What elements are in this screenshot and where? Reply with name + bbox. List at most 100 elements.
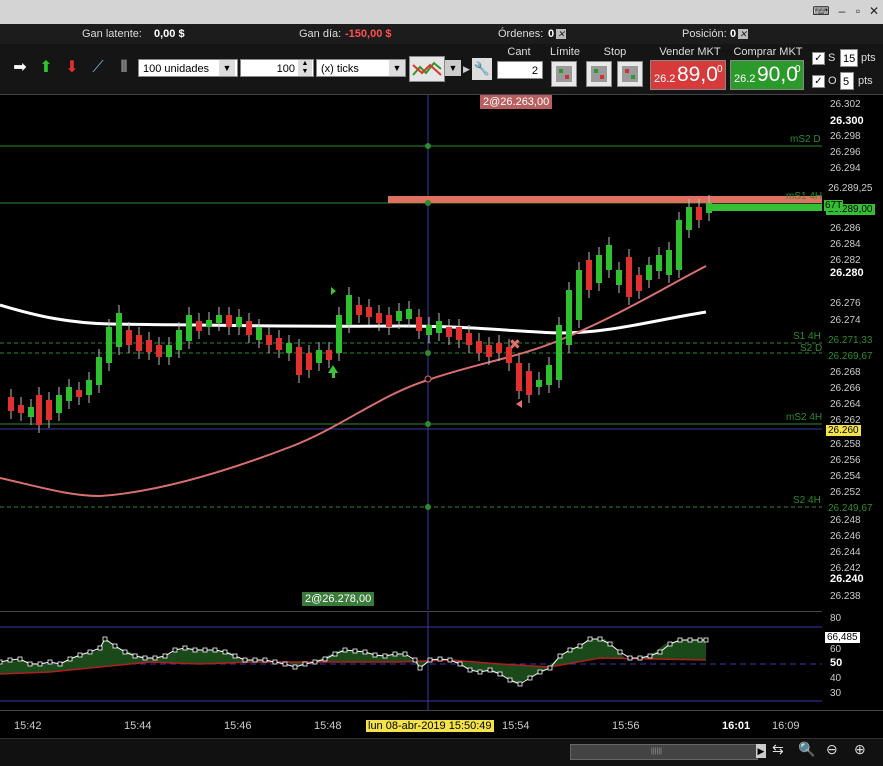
- candle-body: [116, 313, 122, 347]
- candle-body: [596, 255, 602, 283]
- candle-body: [316, 350, 322, 363]
- candle-body: [646, 265, 652, 280]
- buy-mkt-button[interactable]: 26.2 90,0 0: [730, 60, 804, 90]
- osc-point: [322, 656, 328, 662]
- wrench-icon[interactable]: 🔧: [472, 58, 492, 80]
- candle-body: [266, 335, 272, 345]
- osc-point: [617, 649, 623, 655]
- cant-input[interactable]: 2: [497, 61, 543, 79]
- price-tick: 26.298: [830, 131, 861, 142]
- arrow-up-icon[interactable]: ⬆: [36, 58, 56, 78]
- fit-chart-icon[interactable]: ⇆: [772, 741, 790, 761]
- osc-point: [457, 661, 463, 667]
- arrow-right-icon[interactable]: ➡: [10, 58, 30, 78]
- time-tick: 15:42: [14, 720, 42, 732]
- osc-point: [607, 641, 613, 647]
- osc-point: [342, 647, 348, 653]
- fibonacci-icon[interactable]: ⦀: [114, 58, 134, 78]
- chevron-down-icon[interactable]: ▼: [219, 60, 235, 76]
- ordenes-group: 0 ✕: [548, 28, 567, 40]
- ordenes-label: Órdenes:: [498, 28, 544, 40]
- price-tick: 26.274: [830, 315, 861, 326]
- osc-point: [437, 656, 443, 662]
- crosshair-date-tag: lun 08-abr-2019 15:50:49: [366, 720, 494, 732]
- candles-group: [8, 195, 712, 433]
- candle-body: [236, 317, 242, 327]
- stop-buy-icon: [591, 66, 607, 82]
- chart-scroll-bar: |||||| ▶ ⇆ 🔍 ⊖ ⊕: [0, 738, 883, 766]
- price-tick: 26.280: [830, 267, 864, 279]
- candle-body: [606, 245, 612, 270]
- osc-point: [47, 659, 53, 665]
- s-points-input[interactable]: 15: [840, 49, 858, 67]
- o-checkbox[interactable]: ✓: [812, 75, 825, 88]
- o-points-input[interactable]: 5: [840, 72, 854, 90]
- candle-body: [436, 321, 442, 333]
- candle-body: [326, 350, 332, 360]
- stop-buy-button[interactable]: [586, 61, 612, 87]
- osc-point: [507, 677, 513, 683]
- gan-dia-label: Gan día:: [299, 28, 342, 40]
- strategy-button[interactable]: [409, 56, 445, 82]
- stepper-arrows-icon[interactable]: ▲ ▼: [298, 60, 312, 76]
- zoom-range-icon[interactable]: 🔍: [798, 741, 818, 761]
- arrow-down-icon[interactable]: ⬇: [62, 58, 82, 78]
- sell-price-main: 89,0: [677, 63, 718, 86]
- buy-price-main: 90,0: [757, 63, 798, 86]
- price-tick: 26.240: [830, 573, 864, 585]
- candle-body: [246, 321, 252, 335]
- posicion-group: 0 ✕: [730, 28, 749, 40]
- price-tick: 26.300: [830, 115, 864, 127]
- ms2-4h-label: mS2 4H: [786, 412, 822, 423]
- close-orders-icon[interactable]: ✕: [556, 29, 567, 40]
- scroll-grip-icon: ||||||: [651, 748, 662, 755]
- oscillator-axis: 80 66,485 60 50 40 30: [822, 611, 883, 709]
- candle-body: [176, 330, 182, 350]
- entry-flag-marker: [331, 287, 336, 295]
- price-tick: 26.282: [830, 255, 861, 266]
- oscillator-panel[interactable]: [0, 611, 822, 710]
- zoom-in-icon[interactable]: ⊕: [854, 741, 874, 761]
- osc-tick-30: 30: [830, 688, 842, 699]
- time-axis[interactable]: 15:42 15:44 15:46 15:48 lun 08-abr-2019 …: [0, 710, 883, 739]
- osc-point: [537, 669, 543, 675]
- collapse-arrow-icon[interactable]: ▶: [463, 64, 470, 75]
- stop-sell-button[interactable]: [617, 61, 643, 87]
- candle-body: [56, 395, 62, 413]
- sell-mkt-button[interactable]: 26.2 89,0 0: [650, 60, 726, 90]
- crosshair-bottom-tag: 2@26.278,00: [302, 592, 375, 606]
- candle-body: [636, 275, 642, 291]
- osc-current-value: 66,485: [825, 632, 860, 643]
- chevron-down-icon[interactable]: ▼: [445, 60, 461, 76]
- price-tick: 26.254: [830, 471, 861, 482]
- price-chart[interactable]: ✖ mS2 D mS1 4H S1 4H S2 D mS2 4H S2 4H 2…: [0, 95, 822, 610]
- cant-value: 2: [531, 65, 538, 77]
- price-axis[interactable]: 26.302 26.300 26.298 26.296 26.294 26.289,25 2…: [822, 95, 883, 610]
- osc-point: [597, 636, 603, 642]
- horizontal-scrollbar[interactable]: ||||||: [570, 744, 758, 760]
- o-label: O: [828, 75, 837, 87]
- candle-body: [426, 325, 432, 335]
- line-tool-icon[interactable]: ⟋: [88, 58, 108, 78]
- osc-point: [647, 653, 653, 659]
- zoom-out-icon[interactable]: ⊖: [826, 741, 846, 761]
- crosshair-marker: [424, 375, 432, 383]
- osc-point: [272, 659, 278, 665]
- position-bar: [712, 204, 822, 211]
- limit-order-button[interactable]: [551, 61, 577, 87]
- osc-point: [667, 641, 673, 647]
- s-checkbox[interactable]: ✓: [812, 52, 825, 65]
- oscillator-chart: [0, 612, 822, 710]
- chevron-down-icon[interactable]: ▼: [389, 60, 405, 76]
- osc-point: [392, 651, 398, 657]
- scroll-right-icon[interactable]: ▶: [756, 744, 766, 758]
- crosshair-top-tag: 2@26.263,00: [480, 95, 553, 109]
- close-position-icon[interactable]: ✕: [738, 29, 749, 40]
- osc-point: [362, 649, 368, 655]
- candle-body: [686, 207, 692, 230]
- quantity-value: 100: [276, 63, 295, 75]
- keyboard-icon[interactable]: ⌨: [812, 3, 830, 19]
- close-button[interactable]: ✕: [865, 3, 883, 19]
- price-tick: 26.256: [830, 455, 861, 466]
- candle-body: [536, 380, 542, 387]
